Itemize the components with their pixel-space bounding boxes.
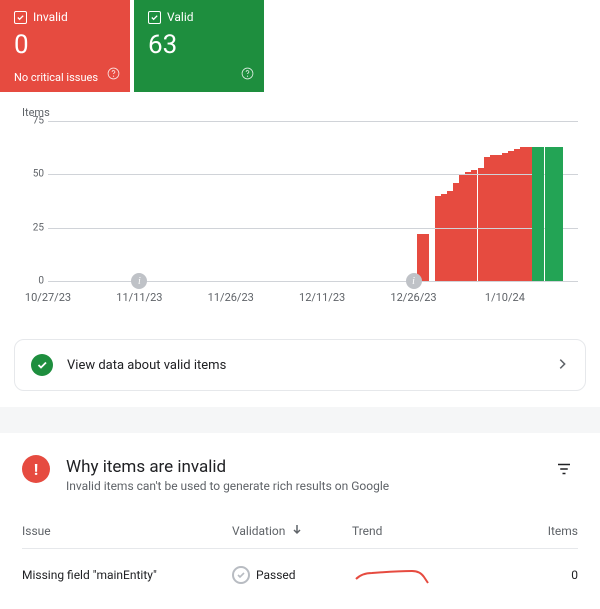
y-axis-tick: 0 — [38, 276, 44, 287]
filter-button[interactable] — [550, 455, 578, 483]
chart-bar — [557, 147, 563, 281]
chart-bar — [441, 194, 447, 281]
checkbox-icon — [14, 11, 27, 24]
chart-bar — [502, 153, 508, 281]
overview-panel: Invalid 0 No critical issues Valid 63 It… — [0, 0, 600, 407]
y-axis-tick: 75 — [33, 116, 44, 127]
issues-table: Issue Validation Trend Items Missing fie… — [22, 519, 578, 601]
chevron-right-icon — [555, 356, 569, 375]
y-axis-tick: 50 — [33, 169, 44, 180]
chart-bar — [484, 157, 490, 281]
chart: 0255075 — [22, 121, 578, 281]
stat-cards: Invalid 0 No critical issues Valid 63 — [0, 0, 600, 92]
cell-validation: Passed — [232, 566, 352, 584]
x-axis-tick: 11/26/23 — [208, 291, 254, 304]
help-icon[interactable] — [241, 65, 254, 84]
chart-bar — [532, 147, 538, 281]
col-header-issue[interactable]: Issue — [22, 524, 232, 538]
info-marker-icon[interactable]: i — [131, 273, 147, 289]
cell-trend — [352, 563, 518, 587]
valid-stat-card[interactable]: Valid 63 — [134, 0, 264, 92]
chart-area: Items 0 25 50 75 10/27/23 11/11/23 11/26/23 12… — [0, 92, 600, 321]
chart-bar — [423, 234, 429, 281]
link-card-label: View data about valid items — [67, 358, 541, 373]
chart-bar — [514, 149, 520, 281]
chart-bar — [447, 191, 453, 281]
view-valid-items-card[interactable]: View data about valid items — [14, 339, 586, 391]
valid-value: 63 — [148, 30, 250, 60]
issues-panel: ! Why items are invalid Invalid items ca… — [0, 433, 600, 609]
col-header-items[interactable]: Items — [518, 524, 578, 538]
chart-bar — [545, 147, 551, 281]
chart-bar — [471, 170, 477, 281]
sort-arrow-down-icon — [291, 523, 303, 538]
x-axis-tick: 1/10/24 — [485, 291, 525, 304]
invalid-label: Invalid — [33, 10, 68, 24]
invalid-stat-card[interactable]: Invalid 0 No critical issues — [0, 0, 130, 92]
x-axis-tick: 12/11/23 — [299, 291, 345, 304]
check-circle-icon — [31, 354, 53, 376]
help-icon[interactable] — [107, 65, 120, 84]
x-axis-tick: 11/11/23 — [116, 291, 162, 304]
issues-subtitle: Invalid items can't be used to generate … — [66, 479, 534, 493]
table-header: Issue Validation Trend Items — [22, 519, 578, 548]
passed-check-icon — [232, 566, 250, 584]
invalid-value: 0 — [14, 30, 116, 60]
chart-bar — [453, 183, 459, 281]
chart-bar — [435, 196, 441, 281]
checkbox-icon — [148, 11, 161, 24]
table-row[interactable]: Missing field "mainEntity"Passed 0 — [22, 548, 578, 601]
valid-label: Valid — [167, 10, 194, 24]
x-axis-tick: 12/26/23 — [390, 291, 436, 304]
col-header-trend[interactable]: Trend — [352, 524, 518, 538]
cell-issue: Missing field "mainEntity" — [22, 568, 232, 582]
chart-bar — [538, 147, 544, 281]
chart-bar — [508, 151, 514, 281]
alert-icon: ! — [22, 455, 50, 483]
chart-bar — [478, 168, 484, 281]
chart-bar — [551, 147, 557, 281]
chart-bar — [526, 147, 532, 281]
x-axis-tick: 10/27/23 — [25, 291, 71, 304]
col-header-validation[interactable]: Validation — [232, 523, 352, 538]
issues-title: Why items are invalid — [66, 457, 534, 477]
y-axis-tick: 25 — [33, 222, 44, 233]
cell-items: 0 — [518, 568, 578, 582]
invalid-subtext: No critical issues — [14, 71, 98, 84]
info-marker-icon[interactable]: i — [406, 273, 422, 289]
chart-title: Items — [22, 106, 578, 119]
